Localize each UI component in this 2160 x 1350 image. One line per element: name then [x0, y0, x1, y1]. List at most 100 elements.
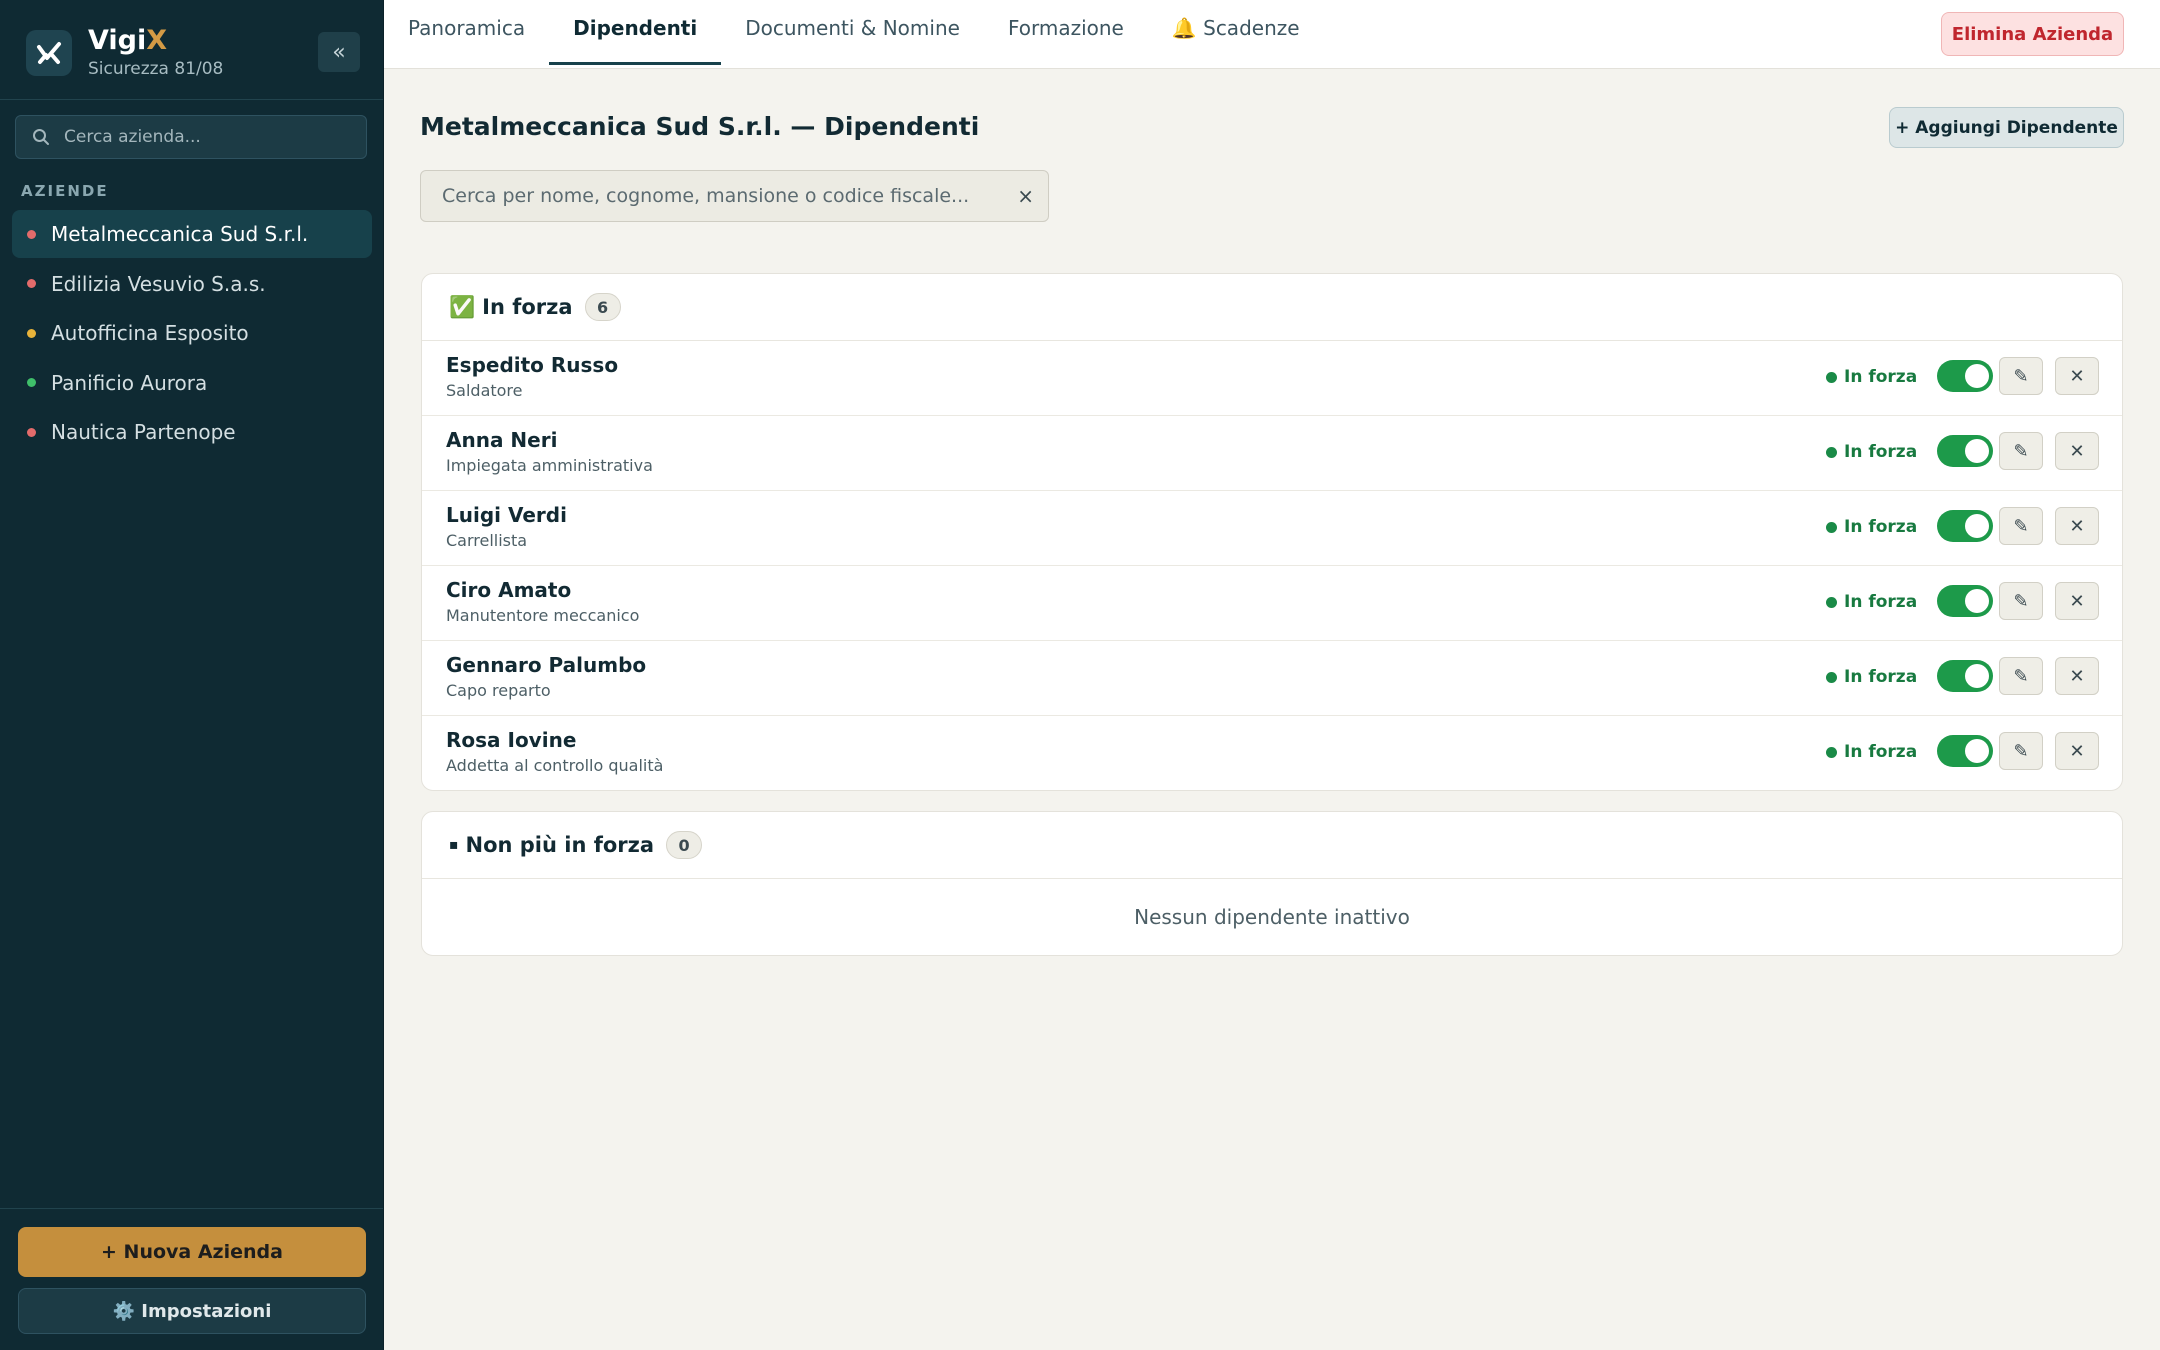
employee-name: Espedito Russo: [446, 353, 619, 377]
tab-documenti-nomine[interactable]: Documenti & Nomine: [721, 0, 984, 62]
company-search-input[interactable]: [62, 126, 356, 148]
status-badge: In forza: [1826, 592, 1917, 612]
pencil-icon: ✎: [2013, 515, 2029, 537]
new-company-button[interactable]: + Nuova Azienda: [18, 1227, 366, 1277]
tabs: Panoramica Dipendenti Documenti & Nomine…: [384, 0, 1324, 68]
close-icon: ✕: [2069, 665, 2085, 687]
tab-panoramica[interactable]: Panoramica: [384, 0, 549, 62]
remove-employee-button[interactable]: ✕: [2055, 657, 2099, 695]
employee-role: Capo reparto: [446, 681, 551, 700]
delete-company-button[interactable]: Elimina Azienda: [1941, 12, 2124, 56]
sidebar-item-company[interactable]: Metalmeccanica Sud S.r.l.: [12, 210, 372, 258]
employee-role: Impiegata amministrativa: [446, 456, 653, 475]
employee-row: Ciro Amato Manutentore meccanico In forz…: [422, 566, 2122, 641]
sidebar-item-company[interactable]: Edilizia Vesuvio S.a.s.: [12, 260, 372, 308]
pencil-icon: ✎: [2013, 365, 2029, 387]
employee-role: Addetta al controllo qualità: [446, 756, 664, 775]
status-dot: [1826, 671, 1837, 683]
sidebar-item-company[interactable]: Panificio Aurora: [12, 359, 372, 407]
employee-name: Ciro Amato: [446, 578, 572, 602]
employee-search-input[interactable]: [440, 184, 994, 208]
edit-employee-button[interactable]: ✎: [1999, 357, 2043, 395]
company-search[interactable]: [15, 115, 367, 159]
company-list: Metalmeccanica Sud S.r.l. Edilizia Vesuv…: [12, 210, 372, 458]
status-dot: [27, 279, 36, 288]
settings-button[interactable]: ⚙️ Impostazioni: [18, 1288, 366, 1334]
employee-row: Luigi Verdi Carrellista In forza ✎ ✕: [422, 491, 2122, 566]
toggle-knob: [1965, 739, 1989, 763]
status-dot: [27, 427, 36, 437]
toggle-knob: [1965, 514, 1989, 538]
remove-employee-button[interactable]: ✕: [2055, 507, 2099, 545]
company-name: Nautica Partenope: [51, 420, 236, 444]
status-dot: [1826, 446, 1837, 458]
sidebar-bottom-divider: [0, 1208, 383, 1209]
tab-formazione[interactable]: Formazione: [984, 0, 1148, 62]
active-toggle[interactable]: [1937, 585, 1993, 617]
close-icon: ✕: [2069, 590, 2085, 612]
logo-icon: [26, 30, 72, 76]
employee-name: Luigi Verdi: [446, 503, 567, 527]
search-icon: [33, 129, 49, 145]
sidebar: VigiX Sicurezza 81/08 « AZIENDE Metalmec…: [0, 0, 384, 1350]
active-toggle[interactable]: [1937, 660, 1993, 692]
tab-scadenze[interactable]: 🔔 Scadenze: [1148, 0, 1324, 62]
remove-employee-button[interactable]: ✕: [2055, 732, 2099, 770]
status-dot: [27, 378, 36, 387]
brand-name: VigiX: [88, 25, 168, 56]
status-badge: In forza: [1826, 742, 1917, 762]
brand[interactable]: VigiX Sicurezza 81/08: [26, 25, 224, 79]
status-dot: [1826, 746, 1837, 758]
sidebar-divider: [0, 99, 383, 100]
employee-search[interactable]: ×: [420, 170, 1049, 222]
add-employee-button[interactable]: + Aggiungi Dipendente: [1889, 107, 2124, 148]
top-bar: Panoramica Dipendenti Documenti & Nomine…: [384, 0, 2160, 69]
remove-employee-button[interactable]: ✕: [2055, 357, 2099, 395]
remove-employee-button[interactable]: ✕: [2055, 582, 2099, 620]
close-icon: ✕: [2069, 440, 2085, 462]
tab-dipendenti[interactable]: Dipendenti: [549, 0, 722, 65]
status-dot: [1826, 371, 1837, 383]
clear-search-icon[interactable]: ×: [1017, 184, 1034, 208]
edit-employee-button[interactable]: ✎: [1999, 432, 2043, 470]
page-title: Metalmeccanica Sud S.r.l. — Dipendenti: [420, 112, 980, 141]
brand-subtitle: Sicurezza 81/08: [88, 59, 224, 79]
company-name: Edilizia Vesuvio S.a.s.: [51, 271, 266, 296]
remove-employee-button[interactable]: ✕: [2055, 432, 2099, 470]
employee-name: Rosa Iovine: [446, 728, 577, 752]
collapse-sidebar-button[interactable]: «: [318, 32, 360, 72]
toggle-knob: [1965, 439, 1989, 463]
inactive-section-title: Non più in forza: [465, 833, 655, 857]
employee-role: Saldatore: [446, 381, 523, 400]
active-section-header: ✅ In forza 6: [422, 274, 2122, 341]
edit-employee-button[interactable]: ✎: [1999, 657, 2043, 695]
employee-name: Gennaro Palumbo: [446, 653, 647, 677]
toggle-knob: [1965, 664, 1989, 688]
active-toggle[interactable]: [1937, 435, 1993, 467]
active-count-badge: 6: [584, 293, 621, 321]
employee-row: Anna Neri Impiegata amministrativa In fo…: [422, 416, 2122, 491]
employee-role: Carrellista: [446, 531, 528, 550]
employee-name: Anna Neri: [446, 428, 558, 452]
toggle-knob: [1965, 589, 1989, 613]
edit-employee-button[interactable]: ✎: [1999, 507, 2043, 545]
status-badge: In forza: [1826, 667, 1917, 687]
pencil-icon: ✎: [2013, 440, 2029, 462]
edit-employee-button[interactable]: ✎: [1999, 582, 2043, 620]
active-toggle[interactable]: [1937, 510, 1993, 542]
employee-row: Gennaro Palumbo Capo reparto In forza ✎ …: [422, 641, 2122, 716]
employee-row: Espedito Russo Saldatore In forza ✎ ✕: [422, 341, 2122, 416]
inactive-count-badge: 0: [666, 831, 703, 859]
status-dot: [27, 229, 36, 239]
active-toggle[interactable]: [1937, 360, 1993, 392]
close-icon: ✕: [2069, 515, 2085, 537]
active-toggle[interactable]: [1937, 735, 1993, 767]
sidebar-item-company[interactable]: Autofficina Esposito: [12, 309, 372, 357]
employee-role: Manutentore meccanico: [446, 606, 640, 625]
sidebar-item-company[interactable]: Nautica Partenope: [12, 408, 372, 456]
active-employees-card: ✅ In forza 6 Espedito Russo Saldatore In…: [421, 273, 2123, 791]
pencil-icon: ✎: [2013, 740, 2029, 762]
status-dot: [1826, 596, 1837, 608]
pencil-icon: ✎: [2013, 590, 2029, 612]
edit-employee-button[interactable]: ✎: [1999, 732, 2043, 770]
